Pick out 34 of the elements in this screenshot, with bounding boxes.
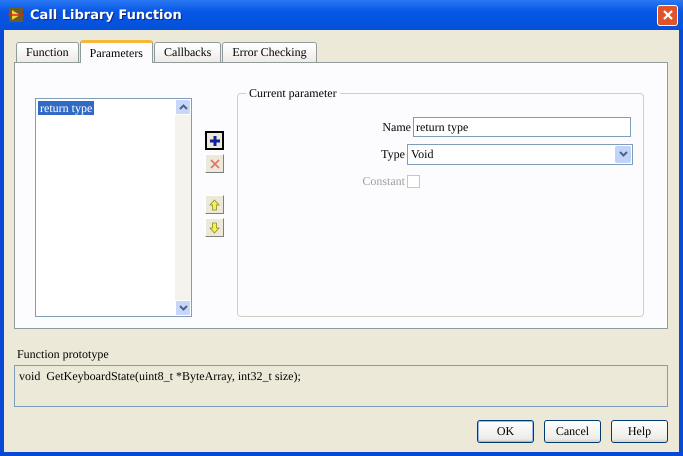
type-dropdown[interactable]: Void bbox=[407, 144, 633, 164]
x-icon bbox=[208, 158, 220, 170]
down-arrow-icon bbox=[209, 222, 220, 234]
tab[interactable]: Callbacks bbox=[154, 42, 222, 62]
name-label: Name bbox=[382, 120, 411, 134]
chevron-down-icon bbox=[618, 151, 628, 157]
close-icon bbox=[662, 9, 674, 21]
dialog-button[interactable]: Help bbox=[611, 420, 668, 443]
up-button[interactable] bbox=[205, 195, 224, 214]
close-button[interactable] bbox=[657, 4, 678, 26]
prototype-box: void GetKeyboardState(uint8_t *ByteArray, int32_t size); bbox=[14, 365, 668, 407]
scroll-down-button[interactable] bbox=[175, 300, 191, 316]
prototype-label: Function prototype bbox=[17, 347, 110, 362]
type-label: Type bbox=[381, 146, 405, 162]
dialog-button[interactable]: Cancel bbox=[544, 420, 601, 443]
tab[interactable]: Parameters bbox=[80, 40, 153, 63]
plus-icon bbox=[208, 134, 220, 146]
constant-label: Constant bbox=[362, 174, 405, 188]
add-button[interactable] bbox=[205, 131, 224, 150]
down-button[interactable] bbox=[205, 218, 224, 237]
app-icon bbox=[8, 7, 24, 23]
scroll-up-button[interactable] bbox=[175, 99, 191, 115]
dialog-button[interactable]: OK bbox=[477, 420, 534, 443]
group-title: Current parameter bbox=[246, 86, 340, 101]
chevron-up-icon bbox=[178, 104, 188, 110]
window-title: Call Library Function bbox=[30, 8, 183, 22]
name-field[interactable]: return type bbox=[413, 117, 631, 137]
tab[interactable]: Function bbox=[16, 42, 79, 62]
list-item[interactable]: return type bbox=[38, 101, 94, 115]
scrollbar[interactable] bbox=[175, 99, 191, 316]
parameter-list[interactable]: return type bbox=[35, 98, 192, 317]
chevron-down-icon bbox=[178, 305, 188, 311]
tab[interactable]: Error Checking bbox=[222, 42, 317, 62]
up-arrow-icon bbox=[209, 198, 220, 210]
